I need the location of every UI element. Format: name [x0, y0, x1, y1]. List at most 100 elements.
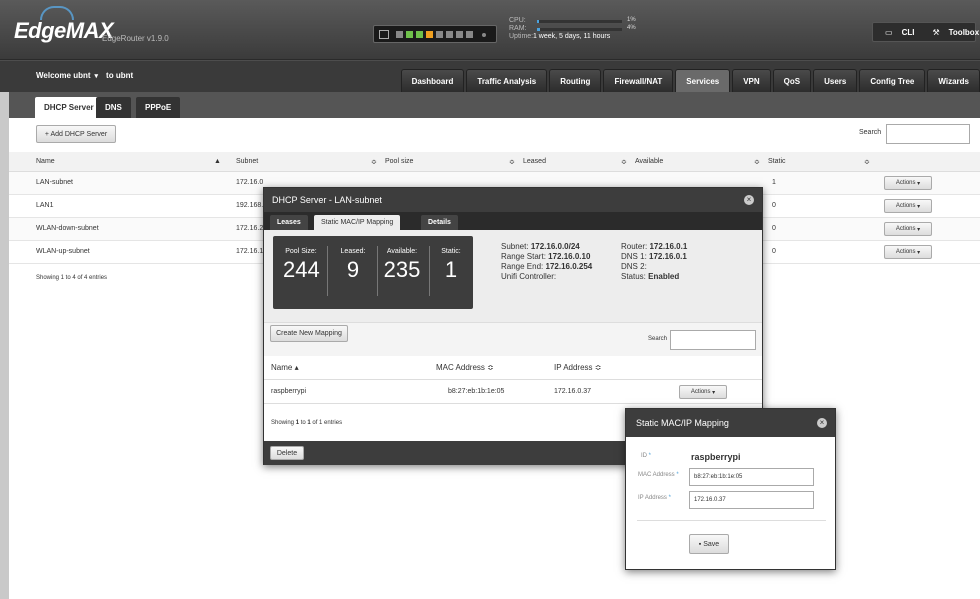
divider — [637, 520, 826, 521]
row-static: 0 — [772, 248, 776, 255]
col-ip-address[interactable]: IP Address ≎ — [554, 363, 601, 372]
actions-label: Actions — [895, 203, 916, 209]
chevron-down-icon[interactable]: ▾ — [95, 73, 99, 80]
unifi-label: Unifi Controller: — [501, 272, 557, 281]
dialog-tabs: Leases Static MAC/IP Mapping Details — [264, 212, 762, 230]
console-port-icon — [379, 30, 389, 39]
sort-icon[interactable]: ≎ — [754, 158, 760, 166]
col-name[interactable]: Name ▴ — [271, 363, 299, 372]
cpu-bar — [537, 20, 622, 23]
ip-label-text: IP Address — [638, 495, 667, 501]
tab-routing[interactable]: Routing — [549, 69, 602, 93]
sort-asc-icon[interactable]: ▲ — [214, 158, 221, 165]
port-icon — [416, 31, 423, 38]
save-button[interactable]: ▪ Save — [689, 534, 729, 554]
tab-dashboard[interactable]: Dashboard — [400, 69, 465, 93]
tab-details[interactable]: Details — [421, 215, 458, 230]
sort-icon[interactable]: ≎ — [621, 158, 627, 166]
col-name[interactable]: Name — [36, 158, 55, 165]
cpu-bar-fill — [537, 20, 539, 23]
actions-dropdown[interactable]: Actions ▾ — [884, 199, 932, 213]
id-label: ID * — [641, 453, 651, 459]
row-subnet: 172.16.1 — [236, 248, 264, 255]
divider — [327, 246, 328, 296]
tab-vpn[interactable]: VPN — [732, 69, 771, 93]
required-icon: * — [648, 453, 652, 459]
dialog-title: DHCP Server - LAN-subnet — [272, 195, 382, 205]
create-new-mapping-button[interactable]: Create New Mapping — [270, 325, 348, 342]
required-icon: * — [676, 472, 679, 478]
pool-size-label: Pool Size: — [285, 248, 317, 255]
toolbox-button[interactable]: ⚒Toolbox▾ — [920, 23, 980, 41]
dialog-summary: Pool Size: 244 Leased: 9 Available: 235 … — [264, 230, 762, 322]
cli-label: CLI — [901, 27, 915, 37]
header-tools: ▭CLI ⚒Toolbox▾ — [872, 22, 979, 42]
sort-icon[interactable]: ≎ — [509, 158, 515, 166]
router-label: Router: — [621, 242, 648, 251]
chevron-down-icon: ▾ — [917, 180, 921, 187]
mac-address-input[interactable]: b8:27:eb:1b:1e:05 — [689, 468, 814, 486]
router-version: EdgeRouter v1.9.0 — [102, 34, 169, 43]
welcome-user-menu[interactable]: Welcome ubnt — [36, 71, 91, 80]
tab-dns[interactable]: DNS — [96, 97, 131, 118]
subnet-label: Subnet: — [501, 242, 529, 251]
info-text: of 1 entries — [310, 420, 343, 426]
row-name: WLAN-up-subnet — [36, 248, 90, 255]
tab-services[interactable]: Services — [675, 69, 731, 93]
router-value: 172.16.0.1 — [649, 242, 688, 251]
actions-dropdown[interactable]: Actions ▾ — [884, 245, 932, 259]
table-row[interactable]: raspberrypi b8:27:eb:1b:1e:05 172.16.0.3… — [264, 380, 762, 404]
main-nav: Welcome ubnt ▾ to ubnt Dashboard Traffic A… — [0, 60, 980, 93]
delete-button[interactable]: Delete — [270, 446, 304, 460]
pool-summary: Pool Size: 244 Leased: 9 Available: 235 … — [273, 236, 473, 309]
actions-dropdown[interactable]: Actions ▾ — [884, 176, 932, 190]
cli-button[interactable]: ▭ CLI — [873, 23, 920, 41]
col-leased[interactable]: Leased — [523, 158, 546, 165]
subnet-value: 172.16.0.0/24 — [530, 242, 580, 251]
search-input[interactable] — [886, 124, 970, 144]
row-static: 1 — [772, 179, 776, 186]
actions-dropdown[interactable]: Actions ▾ — [679, 385, 727, 399]
tab-users[interactable]: Users — [813, 69, 858, 93]
pool-size-value: 244 — [283, 257, 320, 282]
tab-qos[interactable]: QoS — [772, 69, 812, 93]
tab-wizards[interactable]: Wizards — [927, 69, 980, 93]
sort-icon[interactable]: ≎ — [864, 158, 870, 166]
ip-address-input[interactable]: 172.16.0.37 — [689, 491, 814, 509]
close-icon[interactable]: × — [744, 195, 754, 205]
col-static[interactable]: Static — [768, 158, 786, 165]
tab-firewall-nat[interactable]: Firewall/NAT — [603, 69, 674, 93]
tab-traffic-analysis[interactable]: Traffic Analysis — [466, 69, 548, 93]
edgemax-logo: EdgeMAX — [14, 18, 114, 43]
close-icon[interactable]: × — [817, 418, 827, 428]
required-icon: * — [668, 495, 671, 501]
mapping-name: raspberrypi — [271, 388, 307, 395]
mapping-search-input[interactable] — [670, 330, 756, 350]
col-subnet[interactable]: Subnet — [236, 158, 258, 165]
tab-static-mapping[interactable]: Static MAC/IP Mapping — [314, 215, 401, 230]
col-mac-address[interactable]: MAC Address ≎ — [436, 363, 494, 372]
toolbox-label: Toolbox — [948, 27, 980, 37]
tab-pppoe[interactable]: PPPoE — [136, 97, 181, 118]
mapping-ip: 172.16.0.37 — [554, 388, 591, 395]
port-icon — [426, 31, 433, 38]
tab-dhcp-server[interactable]: DHCP Server — [35, 97, 103, 118]
actions-dropdown[interactable]: Actions ▾ — [884, 222, 932, 236]
cpu-percent: 1% — [627, 17, 636, 23]
dns2-label: DNS 2: — [621, 262, 647, 271]
row-static: 0 — [772, 202, 776, 209]
info-text: Showing — [271, 420, 296, 426]
sort-icon[interactable]: ≎ — [371, 158, 377, 166]
range-start-label: Range Start: — [501, 252, 546, 261]
status-label: Status: — [621, 272, 646, 281]
add-dhcp-server-button[interactable]: + Add DHCP Server — [36, 125, 116, 143]
sub-tabs: DHCP Server DNS PPPoE — [9, 92, 980, 118]
tab-config-tree[interactable]: Config Tree — [859, 69, 926, 93]
leased-value: 9 — [346, 257, 360, 282]
tab-leases[interactable]: Leases — [270, 215, 308, 230]
col-pool-size[interactable]: Pool size — [385, 158, 413, 165]
welcome-user: Welcome ubnt ▾ to ubnt — [36, 71, 133, 80]
col-available[interactable]: Available — [635, 158, 663, 165]
mapping-search-label: Search — [648, 336, 668, 342]
id-label-text: ID — [641, 453, 647, 459]
